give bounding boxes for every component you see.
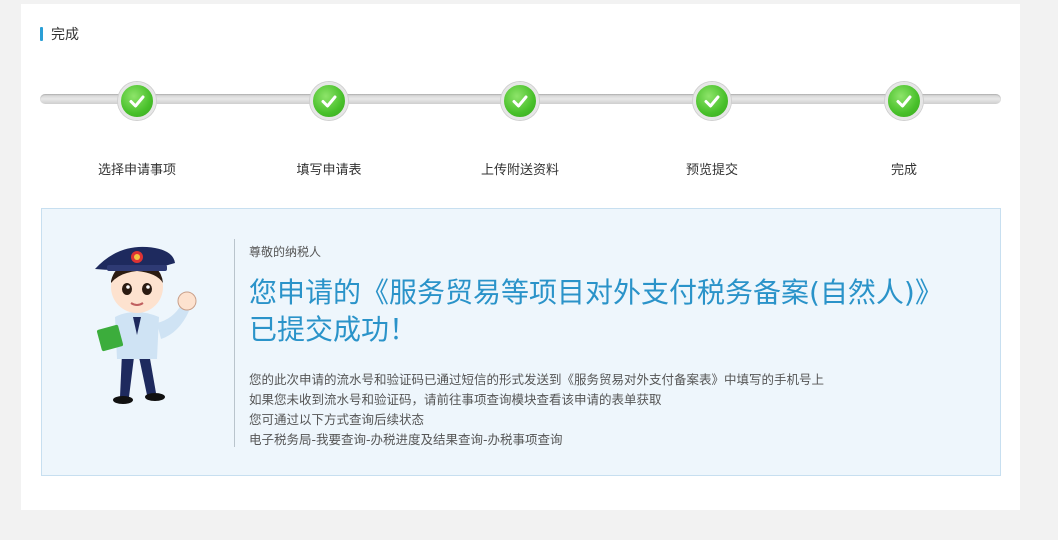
step-preview-submit: 预览提交 xyxy=(642,82,782,178)
notice-details: 您的此次申请的流水号和验证码已通过短信的形式发送到《服务贸易对外支付备案表》中填… xyxy=(249,370,969,450)
divider xyxy=(234,239,235,447)
detail-line: 如果您未收到流水号和验证码，请前往事项查询模块查看该申请的表单获取 xyxy=(249,392,662,407)
detail-line: 您的此次申请的流水号和验证码已通过短信的形式发送到《服务贸易对外支付备案表》中填… xyxy=(249,372,825,387)
check-icon xyxy=(885,82,923,120)
step-fill-form: 填写申请表 xyxy=(259,82,399,178)
detail-line: 您可通过以下方式查询后续状态 xyxy=(249,412,425,427)
check-icon xyxy=(118,82,156,120)
step-select-item: 选择申请事项 xyxy=(67,82,207,178)
step-label: 上传附送资料 xyxy=(480,163,559,178)
success-headline: 您申请的《服务贸易等项目对外支付税务备案(自然人)》已提交成功！ xyxy=(249,276,929,346)
notice-content: 尊敬的纳税人 您申请的《服务贸易等项目对外支付税务备案(自然人)》已提交成功！ … xyxy=(249,243,969,450)
check-icon xyxy=(501,82,539,120)
check-icon xyxy=(310,82,348,120)
detail-line: 电子税务局-我要查询-办税进度及结果查询-办税事项查询 xyxy=(249,432,563,447)
step-label: 完成 xyxy=(890,163,917,178)
check-icon xyxy=(693,82,731,120)
tax-officer-mascot-icon xyxy=(95,246,197,404)
progress-steps: 选择申请事项 填写申请表 上传附送资料 预览提交 完成 xyxy=(21,4,1020,184)
step-label: 选择申请事项 xyxy=(97,163,176,178)
step-upload-docs: 上传附送资料 xyxy=(450,82,590,178)
step-label: 填写申请表 xyxy=(296,163,362,178)
greeting: 尊敬的纳税人 xyxy=(249,245,322,259)
step-complete: 完成 xyxy=(834,82,974,178)
main-card: 完成 选择申请事项 填写申请表 上传附送资料 预览提交 完成 尊敬的纳税人 您申… xyxy=(21,4,1020,510)
success-notice: 尊敬的纳税人 您申请的《服务贸易等项目对外支付税务备案(自然人)》已提交成功！ … xyxy=(41,208,1001,476)
step-label: 预览提交 xyxy=(685,163,738,178)
